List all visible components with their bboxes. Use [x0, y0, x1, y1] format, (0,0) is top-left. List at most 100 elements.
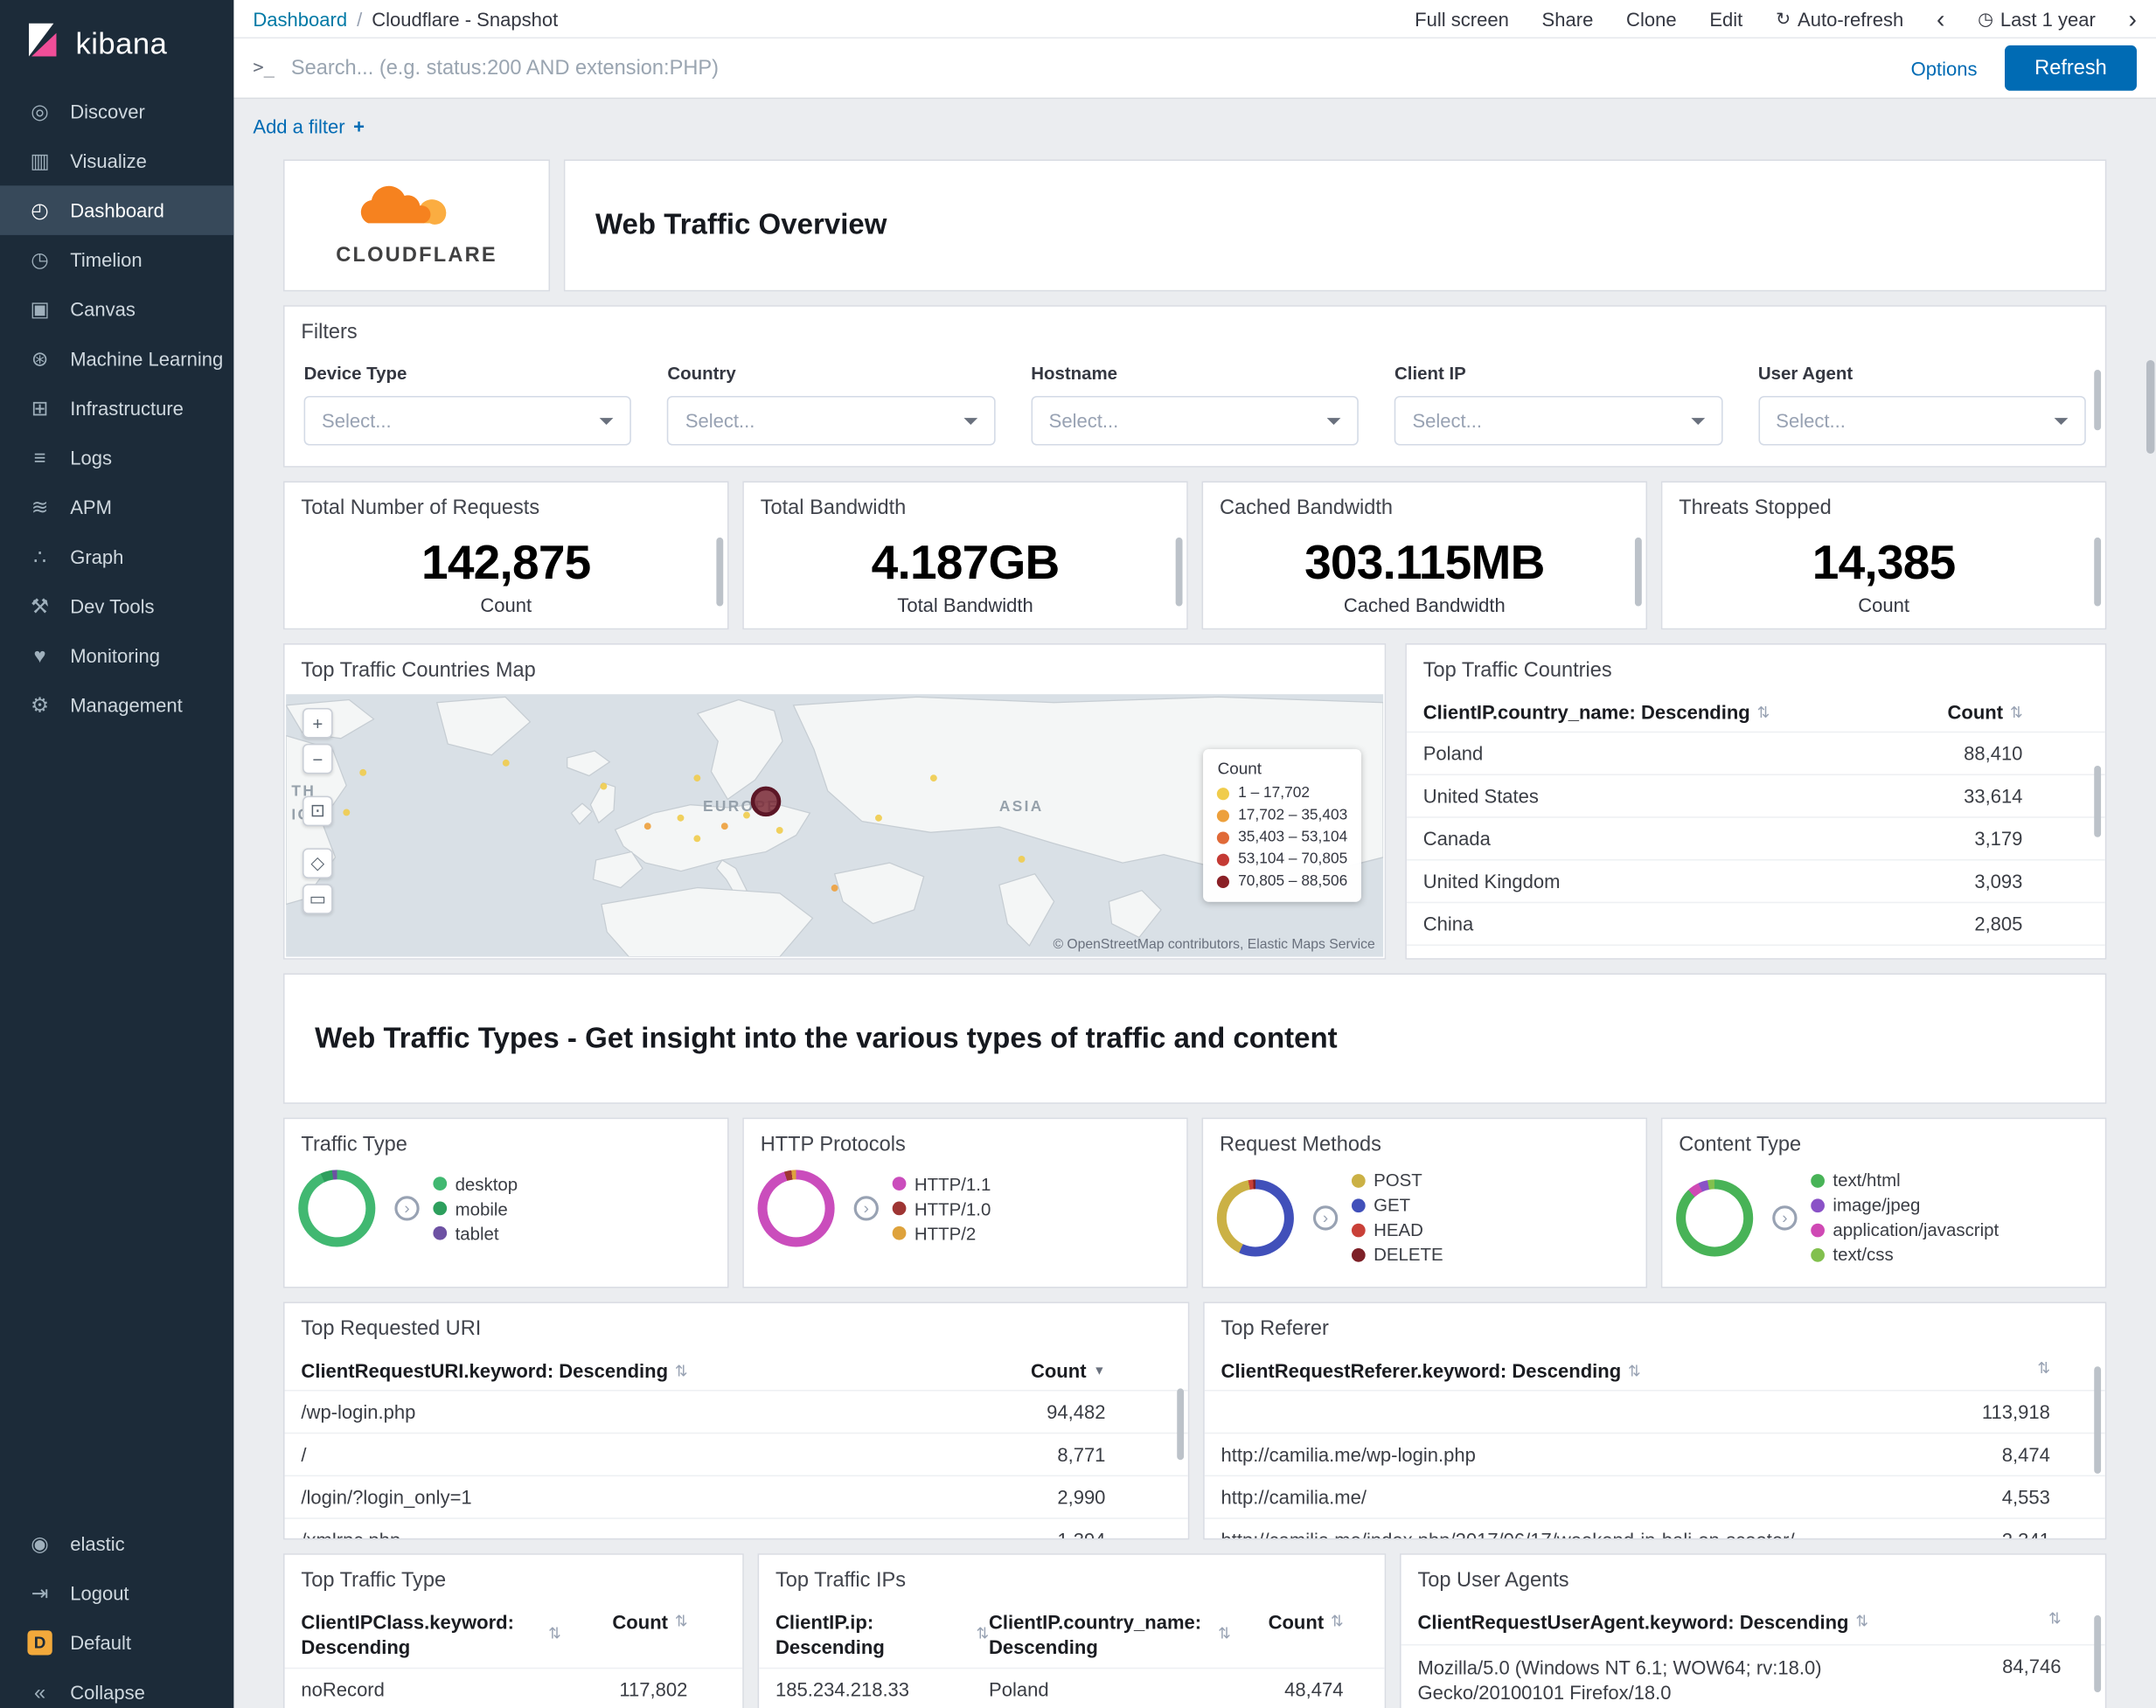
sidebar-item-label: elastic — [70, 1532, 125, 1555]
chevron-right-icon[interactable]: › — [394, 1196, 420, 1221]
time-forward-button[interactable]: › — [2129, 6, 2137, 31]
full-screen-button[interactable]: Full screen — [1415, 8, 1509, 30]
country-select[interactable]: Select... — [667, 395, 996, 446]
legend-item[interactable]: DELETE — [1351, 1244, 1443, 1265]
sidebar-item-management[interactable]: ⚙ Management — [0, 680, 233, 730]
scrollbar-thumb[interactable] — [2094, 765, 2102, 837]
chevron-right-icon[interactable]: › — [1312, 1205, 1339, 1230]
plus-icon[interactable]: + — [353, 115, 365, 137]
column-header[interactable]: ClientIPClass.keyword: Descending ⇅ — [301, 1611, 560, 1659]
donut-chart[interactable] — [757, 1170, 835, 1247]
user-agent-select[interactable]: Select... — [1757, 395, 2086, 446]
column-header[interactable]: ClientIP.country_name: Descending ⇅ — [1423, 701, 1896, 723]
legend-item: 53,104 – 70,805 — [1217, 848, 1347, 870]
column-header[interactable]: ClientRequestURI.keyword: Descending ⇅ — [301, 1359, 978, 1381]
sidebar-item-infrastructure[interactable]: ⊞ Infrastructure — [0, 384, 233, 434]
fit-bounds-button[interactable]: ⊡ — [302, 795, 333, 827]
column-header[interactable]: Count ▼ — [979, 1359, 1172, 1381]
sidebar-item-default[interactable]: D Default — [0, 1618, 233, 1668]
auto-refresh-button[interactable]: ↻ Auto-refresh — [1776, 8, 1903, 30]
donut-chart[interactable] — [298, 1170, 376, 1247]
device-type-select[interactable]: Select... — [303, 395, 632, 446]
sidebar-item-label: Management — [70, 694, 183, 717]
zoom-out-button[interactable]: − — [302, 743, 333, 774]
draw-polygon-button[interactable]: ◇ — [302, 848, 333, 878]
zoom-in-button[interactable]: + — [302, 707, 333, 739]
scrollbar-thumb[interactable] — [2094, 370, 2102, 431]
column-header[interactable]: Count ⇅ — [561, 1611, 727, 1635]
options-link[interactable]: Options — [1911, 57, 1978, 79]
sidebar-item-dev-tools[interactable]: ⚒ Dev Tools — [0, 581, 233, 631]
sidebar-item-monitoring[interactable]: ♥ Monitoring — [0, 631, 233, 681]
column-header[interactable]: Count ⇅ — [1231, 1611, 1368, 1635]
edit-button[interactable]: Edit — [1709, 8, 1742, 30]
column-header[interactable]: Count ⇅ — [1896, 701, 2089, 723]
scrollbar-thumb[interactable] — [716, 537, 724, 607]
sidebar-nav: ◎ Discover ▥ Visualize ◴ Dashboard ◷ Timelion ▣ C… — [0, 87, 234, 730]
sidebar-item-machine-learning[interactable]: ⊛ Machine Learning — [0, 334, 233, 384]
map-canvas[interactable]: EUROPE ASIA TH IC + − ⊡ ◇ ▭ Count 1 – 17… — [286, 694, 1384, 957]
sidebar-item-timelion[interactable]: ◷ Timelion — [0, 235, 233, 285]
legend-item[interactable]: desktop — [433, 1173, 518, 1194]
legend-item[interactable]: text/css — [1811, 1244, 1999, 1265]
chevron-right-icon[interactable]: › — [1772, 1205, 1798, 1230]
sidebar-item-dashboard[interactable]: ◴ Dashboard — [0, 185, 234, 235]
chevron-right-icon[interactable]: › — [853, 1196, 879, 1221]
legend-item[interactable]: HTTP/1.1 — [892, 1173, 991, 1194]
map-bubble-poland[interactable] — [750, 787, 781, 817]
legend-item[interactable]: image/jpeg — [1811, 1195, 1999, 1215]
table-body: Poland 88,410 United States 33,614 Canada 3,1… — [1406, 731, 2105, 958]
sidebar-item-collapse[interactable]: « Collapse — [0, 1668, 233, 1708]
window-scrollbar-thumb[interactable] — [2146, 360, 2155, 454]
table-row: http://camilia.me/wp-login.php 8,474 — [1204, 1432, 2105, 1475]
time-back-button[interactable]: ‹ — [1937, 6, 1944, 31]
legend-item[interactable]: tablet — [433, 1223, 518, 1244]
refresh-button[interactable]: Refresh — [2004, 45, 2137, 91]
legend-item[interactable]: text/html — [1811, 1170, 1999, 1191]
search-input[interactable] — [290, 56, 1884, 80]
scrollbar-thumb[interactable] — [1634, 537, 1642, 607]
donut-chart[interactable] — [1216, 1178, 1294, 1256]
breadcrumb-dashboard-link[interactable]: Dashboard — [253, 8, 347, 30]
logs-icon: ≡ — [33, 446, 46, 470]
add-filter-link[interactable]: Add a filter — [253, 115, 344, 137]
scrollbar-thumb[interactable] — [1175, 537, 1183, 607]
sidebar-item-elastic[interactable]: ◉ elastic — [0, 1519, 233, 1569]
scrollbar-thumb[interactable] — [1177, 1388, 1185, 1461]
column-header[interactable]: ClientRequestReferer.keyword: Descending… — [1221, 1359, 1910, 1381]
legend-item[interactable]: POST — [1351, 1170, 1443, 1191]
share-button[interactable]: Share — [1542, 8, 1594, 30]
draw-rectangle-button[interactable]: ▭ — [302, 884, 333, 914]
time-range-picker[interactable]: ◷ Last 1 year — [1978, 8, 2096, 30]
sidebar-item-visualize[interactable]: ▥ Visualize — [0, 136, 233, 186]
column-header[interactable]: ClientIP.ip: Descending ⇅ — [775, 1611, 989, 1659]
scrollbar-thumb[interactable] — [2094, 1366, 2102, 1474]
client-ip-select[interactable]: Select... — [1394, 395, 1722, 446]
column-header[interactable]: ClientIP.country_name: Descending ⇅ — [989, 1611, 1231, 1659]
sort-icon: ⇅ — [2037, 1360, 2050, 1378]
sidebar-item-logout[interactable]: ⇥ Logout — [0, 1568, 233, 1618]
legend-item[interactable]: HTTP/2 — [892, 1223, 991, 1244]
scrollbar-thumb[interactable] — [2094, 537, 2102, 607]
kibana-logo-row[interactable]: kibana — [0, 0, 233, 81]
column-header[interactable]: ⇅ — [1923, 1611, 2089, 1630]
map-data-point — [359, 769, 366, 777]
hostname-select[interactable]: Select... — [1031, 395, 1360, 446]
sidebar-item-graph[interactable]: ∴ Graph — [0, 532, 233, 582]
table-cell: United Kingdom — [1422, 870, 1561, 892]
sidebar-item-canvas[interactable]: ▣ Canvas — [0, 285, 233, 335]
column-header[interactable]: ⇅ — [1909, 1359, 2088, 1378]
column-header[interactable]: ClientRequestUserAgent.keyword: Descendi… — [1417, 1611, 1923, 1635]
sidebar-item-apm[interactable]: ≋ APM — [0, 483, 233, 532]
legend-item[interactable]: HEAD — [1351, 1219, 1443, 1240]
legend-item[interactable]: mobile — [433, 1198, 518, 1219]
legend-item[interactable]: GET — [1351, 1195, 1443, 1215]
clone-button[interactable]: Clone — [1626, 8, 1677, 30]
legend-item[interactable]: application/javascript — [1811, 1219, 1999, 1240]
breadcrumb-separator: / — [357, 7, 363, 30]
legend-item[interactable]: HTTP/1.0 — [892, 1198, 991, 1219]
scrollbar-thumb[interactable] — [2094, 1614, 2102, 1692]
donut-chart[interactable] — [1676, 1178, 1754, 1256]
sidebar-item-discover[interactable]: ◎ Discover — [0, 87, 233, 136]
sidebar-item-logs[interactable]: ≡ Logs — [0, 433, 233, 483]
